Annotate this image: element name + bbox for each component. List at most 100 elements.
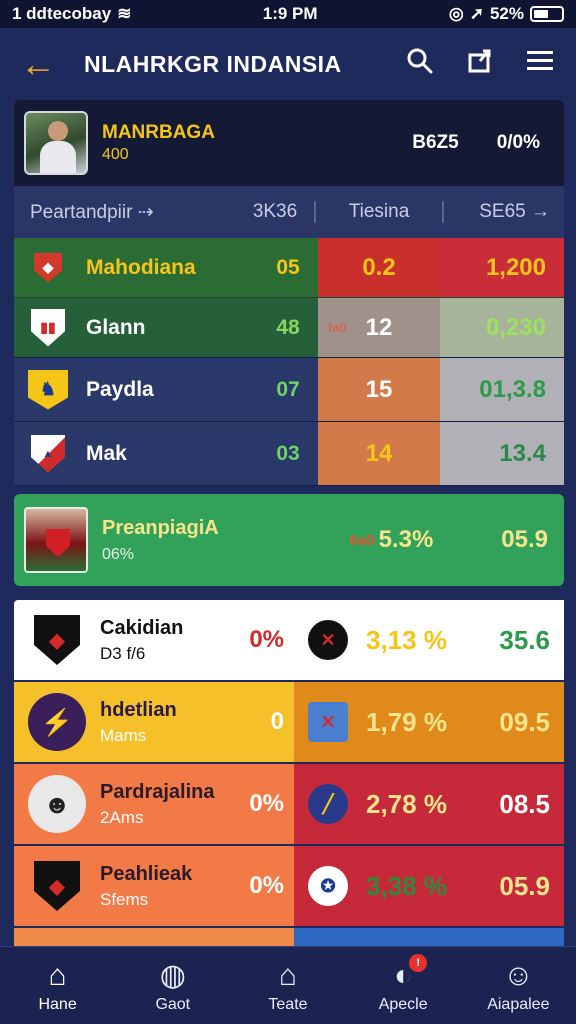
card-text: hdetlian Mams bbox=[100, 699, 177, 746]
featured-stat-1: B6Z5 bbox=[412, 132, 459, 153]
card-right-value: 08.5 bbox=[499, 788, 550, 819]
standings-container: MANRBAGA 400 B6Z5 0/0% Peartandpiir ⇢ 3K… bbox=[14, 100, 564, 950]
col-header-team[interactable]: Peartandpiir ⇢ bbox=[14, 201, 236, 224]
mid-cell: 0.2 bbox=[318, 238, 440, 297]
nav-explore[interactable]: ◐ ! Apecle bbox=[353, 953, 453, 1014]
card-right: ╱ 2,78 % 08.5 bbox=[294, 764, 564, 844]
mid-cell: 14 bbox=[318, 422, 440, 485]
featured-name: MANRBAGA bbox=[102, 122, 215, 143]
team-name: Paydla bbox=[86, 377, 154, 401]
list-item[interactable]: ☻ Pardrajalina 2Ams 0% ╱ 2,78 % 08.5 bbox=[14, 764, 564, 844]
back-arrow-icon[interactable]: ← bbox=[20, 46, 68, 82]
team-score: 07 bbox=[276, 377, 300, 401]
wifi-icon: ≋ bbox=[117, 4, 132, 23]
nav-home-label: Hane bbox=[38, 995, 77, 1013]
team-badge-icon: ▮▮ bbox=[28, 308, 68, 348]
team-name: Glann bbox=[86, 315, 146, 339]
highlight-name-block: PreanpiagiA 06% bbox=[102, 517, 350, 564]
list-item[interactable]: ⚡ hdetlian Mams 0 ✕ 1,79 % 09.5 bbox=[14, 682, 564, 762]
card-right-value: 05.9 bbox=[499, 870, 550, 901]
card-right-pct: 3,38 % bbox=[366, 870, 447, 901]
right-value: 13.4 bbox=[499, 439, 546, 467]
featured-row[interactable]: MANRBAGA 400 B6Z5 0/0% bbox=[14, 100, 564, 186]
card-left: ◆ Peahlieak Sfems 0% bbox=[14, 846, 294, 926]
highlight-card[interactable]: PreanpiagiA 06% 6a0 5.3% 05.9 bbox=[14, 494, 564, 586]
card-title: Peahlieak bbox=[100, 862, 193, 885]
highlight-pct: 5.3% bbox=[378, 526, 434, 553]
column-header: Peartandpiir ⇢ 3K36 Tiesina SE65 → bbox=[14, 186, 564, 238]
team-badge-icon: ◆ bbox=[28, 248, 68, 288]
col-header-3[interactable]: Tiesina bbox=[316, 201, 444, 223]
home-icon: ⌂ bbox=[48, 958, 67, 992]
card-text: Cakidian D3 f/6 bbox=[100, 617, 183, 664]
right-cell: 01,3.8 bbox=[440, 358, 564, 421]
nav-home[interactable]: ⌂ Hane bbox=[8, 958, 108, 1014]
search-icon[interactable] bbox=[404, 47, 436, 82]
table-row[interactable]: ▮▮ Glann 48 fa0 12 0,230 bbox=[14, 298, 564, 358]
nav-tickets[interactable]: ◍ Gaot bbox=[123, 958, 223, 1014]
mid-value: 15 bbox=[365, 375, 393, 403]
table-row[interactable]: ▲ Mak 03 14 13.4 bbox=[14, 422, 564, 486]
card-title: Pardrajalina bbox=[100, 780, 215, 803]
list-item[interactable]: ◆ Peahlieak Sfems 0% ✪ 3,38 % 05.9 bbox=[14, 846, 564, 926]
card-right: ✪ 3,38 % 05.9 bbox=[294, 846, 564, 926]
card-right-value: 35.6 bbox=[499, 624, 550, 655]
mid-value: 0.2 bbox=[362, 253, 396, 281]
menu-icon[interactable] bbox=[524, 48, 556, 81]
card-right: ✕ 1,79 % 09.5 bbox=[294, 682, 564, 762]
nav-tickets-label: Gaot bbox=[155, 995, 191, 1013]
card-right-value: 09.5 bbox=[499, 706, 550, 737]
nav-profile[interactable]: ☺ Aiapalee bbox=[468, 958, 568, 1014]
right-cell: 1,200 bbox=[440, 238, 564, 297]
right-cell: 0,230 bbox=[440, 298, 564, 357]
team-name: Mak bbox=[86, 441, 127, 465]
status-right: ◎ ➚ 52% bbox=[449, 4, 564, 24]
app-bar: ← NLAHRKGR INDANSIA bbox=[0, 28, 576, 100]
table-row[interactable]: ♞ Paydla 07 15 01,3.8 bbox=[14, 358, 564, 422]
nav-explore-label: Apecle bbox=[378, 995, 428, 1013]
card-pct: 0 bbox=[270, 708, 284, 735]
status-bar: 1 ddtecobay ≋ 1:9 PM ◎ ➚ 52% bbox=[0, 0, 576, 28]
table-row[interactable]: ◆ Mahodiana 05 0.2 1,200 bbox=[14, 238, 564, 298]
emblem-icon: ╱ bbox=[308, 784, 348, 824]
team-photo bbox=[24, 507, 88, 573]
highlight-value: 05.9 bbox=[501, 526, 548, 553]
col-header-team-label: Peartandpiir bbox=[30, 201, 133, 223]
card-right-pct: 2,78 % bbox=[366, 788, 447, 819]
team-score: 48 bbox=[276, 315, 300, 339]
card-left: ☻ Pardrajalina 2Ams 0% bbox=[14, 764, 294, 844]
card-left: ◆ Cakidian D3 f/6 0% bbox=[14, 600, 294, 680]
tickets-icon: ◍ bbox=[159, 958, 186, 992]
team-cell: ▮▮ Glann 48 bbox=[14, 298, 318, 357]
notification-badge: ! bbox=[409, 953, 428, 972]
alarm-icon: ◎ bbox=[448, 4, 464, 23]
location-icon: ➚ bbox=[469, 4, 484, 23]
right-cell: 13.4 bbox=[440, 422, 564, 485]
profile-icon: ☺ bbox=[503, 958, 534, 992]
share-icon[interactable] bbox=[464, 47, 496, 82]
team-badge-icon: ♞ bbox=[28, 369, 68, 410]
carrier-label: 1 ddtecobay bbox=[12, 4, 112, 23]
mid-value: 14 bbox=[365, 439, 393, 467]
player-photo bbox=[24, 111, 88, 175]
emblem-icon: ✕ bbox=[308, 702, 348, 742]
battery-icon bbox=[530, 6, 564, 22]
team-badge-icon: ▲ bbox=[28, 434, 68, 474]
card-text: Peahlieak Sfems bbox=[100, 863, 192, 910]
card-pct: 0% bbox=[249, 790, 284, 817]
card-title: Cakidian bbox=[100, 616, 184, 639]
col-header-2[interactable]: 3K36 bbox=[236, 201, 316, 223]
status-left: 1 ddtecobay ≋ bbox=[12, 4, 131, 24]
nav-teams[interactable]: ⌂ Teate bbox=[238, 958, 338, 1014]
battery-label: 52% bbox=[489, 4, 524, 23]
col-header-4[interactable]: SE65 → bbox=[444, 201, 564, 223]
card-right-pct: 3,13 % bbox=[366, 624, 447, 655]
highlight-tag: 6a0 bbox=[349, 531, 375, 549]
emblem-icon: ✕ bbox=[308, 620, 348, 660]
card-sub: Mams bbox=[100, 725, 147, 745]
bottom-nav: ⌂ Hane ◍ Gaot ⌂ Teate ◐ ! Apecle ☺ Aiapa… bbox=[0, 946, 576, 1024]
team-cell: ▲ Mak 03 bbox=[14, 422, 318, 485]
team-name: Mahodiana bbox=[86, 255, 196, 279]
house-outline-icon: ⌂ bbox=[278, 958, 298, 992]
list-item[interactable]: ◆ Cakidian D3 f/6 0% ✕ 3,13 % 35.6 bbox=[14, 600, 564, 680]
